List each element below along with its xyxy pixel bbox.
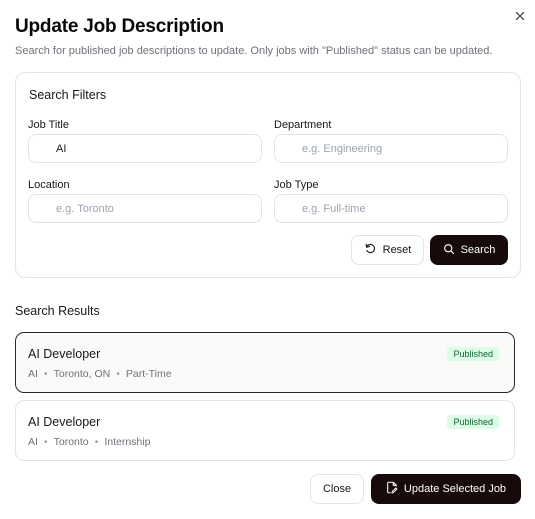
location-input[interactable]	[28, 194, 262, 223]
result-title: AI Developer	[28, 415, 101, 429]
search-label: Search	[460, 244, 496, 256]
result-location: Toronto	[53, 436, 89, 448]
job-title-label: Job Title	[28, 119, 69, 131]
close-label: Close	[322, 483, 352, 495]
close-button[interactable]: Close	[310, 474, 364, 504]
search-icon	[443, 243, 455, 258]
search-results-title: Search Results	[15, 304, 100, 318]
search-button[interactable]: Search	[430, 235, 508, 265]
department-input[interactable]	[274, 134, 508, 163]
result-type: Part-Time	[125, 368, 172, 380]
dialog-subtitle: Search for published job descriptions to…	[15, 45, 493, 57]
search-filters-panel: Search Filters Job Title Department Loca…	[15, 72, 521, 278]
result-department: AI	[28, 368, 38, 380]
result-title: AI Developer	[28, 347, 101, 361]
job-type-input[interactable]	[274, 194, 508, 223]
rotate-ccw-icon	[364, 242, 377, 258]
result-card-selected[interactable]: AI Developer Published AI • Toronto, ON • Pa…	[15, 332, 515, 393]
job-title-input[interactable]	[28, 134, 262, 163]
update-selected-job-button[interactable]: Update Selected Job	[371, 474, 521, 504]
department-label: Department	[274, 119, 332, 131]
result-location: Toronto, ON	[53, 368, 111, 380]
status-badge: Published	[447, 415, 499, 429]
result-meta: AI • Toronto • Internship	[28, 436, 151, 448]
update-selected-job-label: Update Selected Job	[403, 483, 507, 495]
result-department: AI	[28, 436, 38, 448]
dialog-title: Update Job Description	[15, 16, 224, 37]
job-type-label: Job Type	[274, 179, 319, 191]
reset-label: Reset	[382, 244, 412, 256]
file-edit-icon	[386, 481, 398, 497]
result-meta: AI • Toronto, ON • Part-Time	[28, 368, 172, 380]
result-type: Internship	[104, 436, 151, 448]
reset-button[interactable]: Reset	[351, 235, 424, 265]
close-icon[interactable]	[512, 8, 528, 24]
update-job-dialog: Update Job Description Search for publis…	[0, 0, 535, 519]
result-card[interactable]: AI Developer Published AI • Toronto • Intern…	[15, 400, 515, 461]
search-filters-title: Search Filters	[29, 88, 107, 102]
status-badge: Published	[447, 347, 499, 361]
location-label: Location	[28, 179, 70, 191]
